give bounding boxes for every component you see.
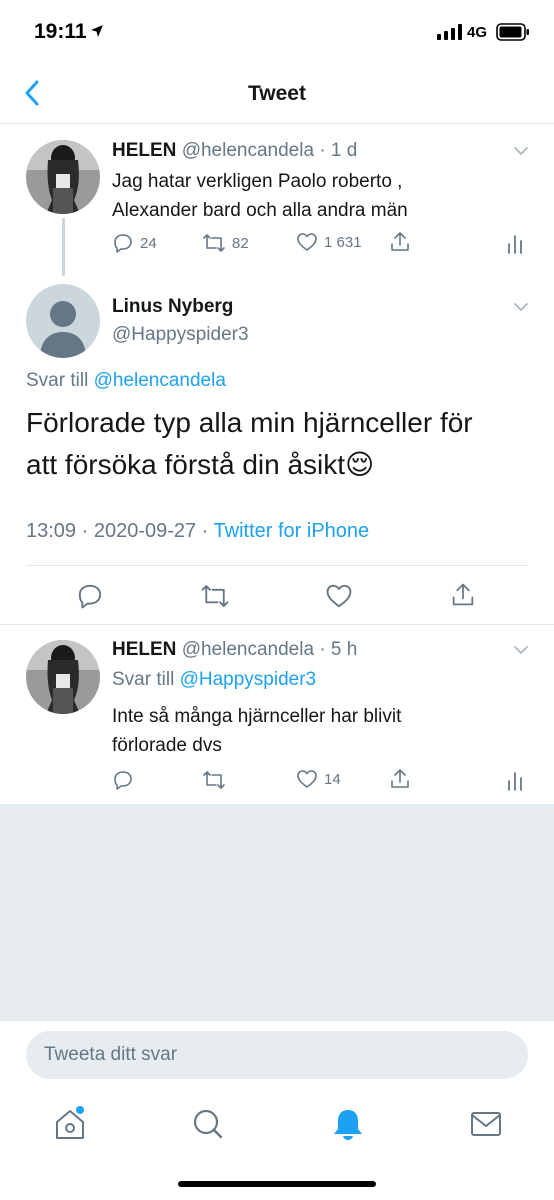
tweet-text: Inte så många hjärnceller har blivit för… — [112, 706, 402, 756]
analytics-button[interactable] — [506, 769, 524, 791]
battery-icon — [496, 23, 529, 41]
like-count: 1 631 — [324, 233, 362, 251]
thread-connector — [62, 218, 65, 276]
author-name[interactable]: Linus Nyberg — [112, 296, 233, 318]
chevron-down-icon[interactable] — [510, 140, 532, 162]
retweet-icon — [203, 771, 225, 789]
reply-to-line: Svar till @Happyspider3 — [112, 669, 317, 690]
tweet-timestamp: 13:09 · 2020-09-27 · Twitter for iPhone — [26, 520, 370, 542]
status-bar: 19:11 4G — [0, 0, 554, 60]
reply-bar: Tweeta ditt svar — [0, 1020, 554, 1090]
chevron-down-icon[interactable] — [510, 639, 532, 661]
heart-icon — [297, 770, 317, 788]
heart-icon — [297, 233, 317, 251]
share-button[interactable] — [388, 767, 412, 791]
author-handle[interactable]: @helencandela — [182, 639, 314, 660]
author-handle[interactable]: @helencandela — [182, 140, 314, 161]
notifications-icon[interactable] — [328, 1104, 368, 1144]
tweet-time: · 5 h — [319, 639, 358, 660]
divider — [26, 565, 528, 566]
reply-to-line: Svar till @helencandela — [26, 370, 226, 391]
avatar[interactable] — [26, 140, 100, 214]
avatar[interactable] — [26, 284, 100, 358]
retweet-button[interactable]: 82 — [202, 232, 249, 254]
chevron-down-icon[interactable] — [510, 296, 532, 318]
tweet-header: HELEN @helencandela · 1 d — [112, 140, 357, 162]
retweet-button[interactable] — [202, 769, 226, 791]
reply-to-link[interactable]: @Happyspider3 — [180, 669, 317, 690]
analytics-button[interactable] — [506, 232, 524, 254]
heart-icon[interactable] — [325, 583, 353, 609]
reply-icon — [114, 771, 132, 790]
author-name[interactable]: HELEN — [112, 639, 176, 660]
author-handle[interactable]: @Happyspider3 — [112, 324, 249, 346]
analytics-icon — [508, 235, 522, 254]
share-icon — [391, 769, 409, 788]
like-count: 14 — [324, 770, 341, 788]
signal-icon — [437, 24, 462, 40]
home-icon[interactable] — [50, 1104, 90, 1144]
empty-area — [0, 804, 554, 1020]
messages-icon[interactable] — [466, 1104, 506, 1144]
location-arrow-icon — [91, 25, 103, 37]
tweet-time: · 1 d — [319, 140, 358, 161]
tweet-text: Jag hatar verkligen Paolo roberto , Alex… — [112, 171, 408, 221]
header: Tweet — [0, 60, 554, 124]
reply-icon — [114, 234, 132, 253]
tweet-source-link[interactable]: Twitter for iPhone — [214, 520, 370, 542]
reply-icon[interactable] — [76, 582, 104, 610]
avatar[interactable] — [26, 640, 100, 714]
reply-input[interactable]: Tweeta ditt svar — [26, 1031, 528, 1079]
reply-count: 24 — [140, 234, 157, 252]
analytics-icon — [508, 772, 522, 791]
share-icon[interactable] — [449, 580, 477, 610]
home-indicator — [178, 1181, 376, 1187]
network-label: 4G — [467, 24, 488, 41]
reply-button[interactable] — [112, 769, 134, 791]
divider — [0, 624, 554, 625]
tweet-header: HELEN @helencandela · 5 h — [112, 639, 357, 661]
reply-button[interactable]: 24 — [112, 232, 157, 254]
retweet-icon[interactable] — [200, 582, 230, 610]
share-button[interactable] — [388, 230, 412, 254]
author-name[interactable]: HELEN — [112, 140, 176, 161]
retweet-count: 82 — [232, 234, 249, 252]
status-time: 19:11 — [34, 20, 87, 43]
like-button[interactable]: 1 631 — [296, 232, 362, 252]
share-icon — [391, 232, 409, 251]
like-button[interactable]: 14 — [296, 769, 341, 789]
search-icon[interactable] — [188, 1104, 228, 1144]
reply-to-link[interactable]: @helencandela — [94, 370, 226, 391]
page-title: Tweet — [248, 82, 306, 105]
retweet-icon — [203, 234, 225, 252]
tweet-text: Förlorade typ alla min hjärnceller för a… — [26, 407, 473, 480]
